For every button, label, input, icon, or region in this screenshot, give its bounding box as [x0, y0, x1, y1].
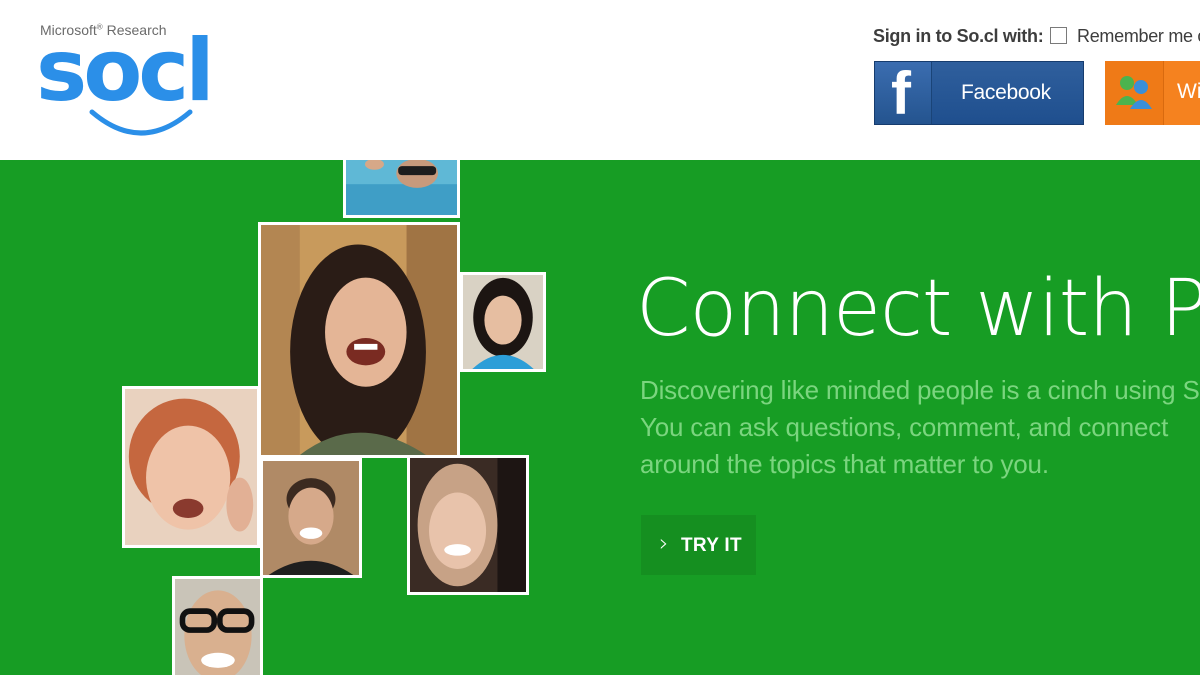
- try-it-button[interactable]: › TRY IT: [641, 515, 756, 575]
- windows-live-signin-button[interactable]: Wi: [1105, 61, 1200, 125]
- photo-swimmer: [343, 160, 460, 218]
- photo-man-glasses: [172, 576, 263, 675]
- logo-wordmark: socl: [36, 21, 215, 121]
- windows-live-button-label: Wi: [1177, 80, 1200, 103]
- socl-logo[interactable]: Microsoft® Research socl: [36, 18, 236, 148]
- description-line: You can ask questions, comment, and conn…: [640, 412, 1169, 442]
- photo-redhead-woman: [122, 386, 260, 548]
- chevron-right-icon: ›: [659, 529, 669, 557]
- messenger-icon: [1105, 61, 1164, 125]
- remember-me-label[interactable]: Remember me o: [1077, 26, 1200, 47]
- photo-laughing-woman: [258, 222, 460, 458]
- facebook-signin-button[interactable]: f Facebook: [874, 61, 1084, 125]
- hero-description: Discovering like minded people is a cinc…: [640, 372, 1200, 483]
- smile-icon: [89, 109, 193, 136]
- signin-label: Sign in to So.cl with:: [873, 26, 1044, 46]
- hero-headline: Connect with Peop: [636, 264, 1200, 354]
- facebook-icon: f: [875, 62, 932, 124]
- hero-banner: Connect with Peop Discovering like minde…: [0, 160, 1200, 675]
- description-line: around the topics that matter to you.: [640, 449, 1049, 479]
- photo-smiling-woman: [460, 272, 546, 372]
- try-it-label: TRY IT: [681, 535, 742, 556]
- remember-me-checkbox[interactable]: [1050, 27, 1067, 44]
- description-line: Discovering like minded people is a cinc…: [640, 375, 1200, 405]
- header: Microsoft® Research socl Sign in to So.c…: [0, 0, 1200, 160]
- facebook-button-label: Facebook: [961, 81, 1051, 104]
- photo-blonde-woman: [407, 455, 529, 595]
- photo-bearded-man: [260, 458, 362, 578]
